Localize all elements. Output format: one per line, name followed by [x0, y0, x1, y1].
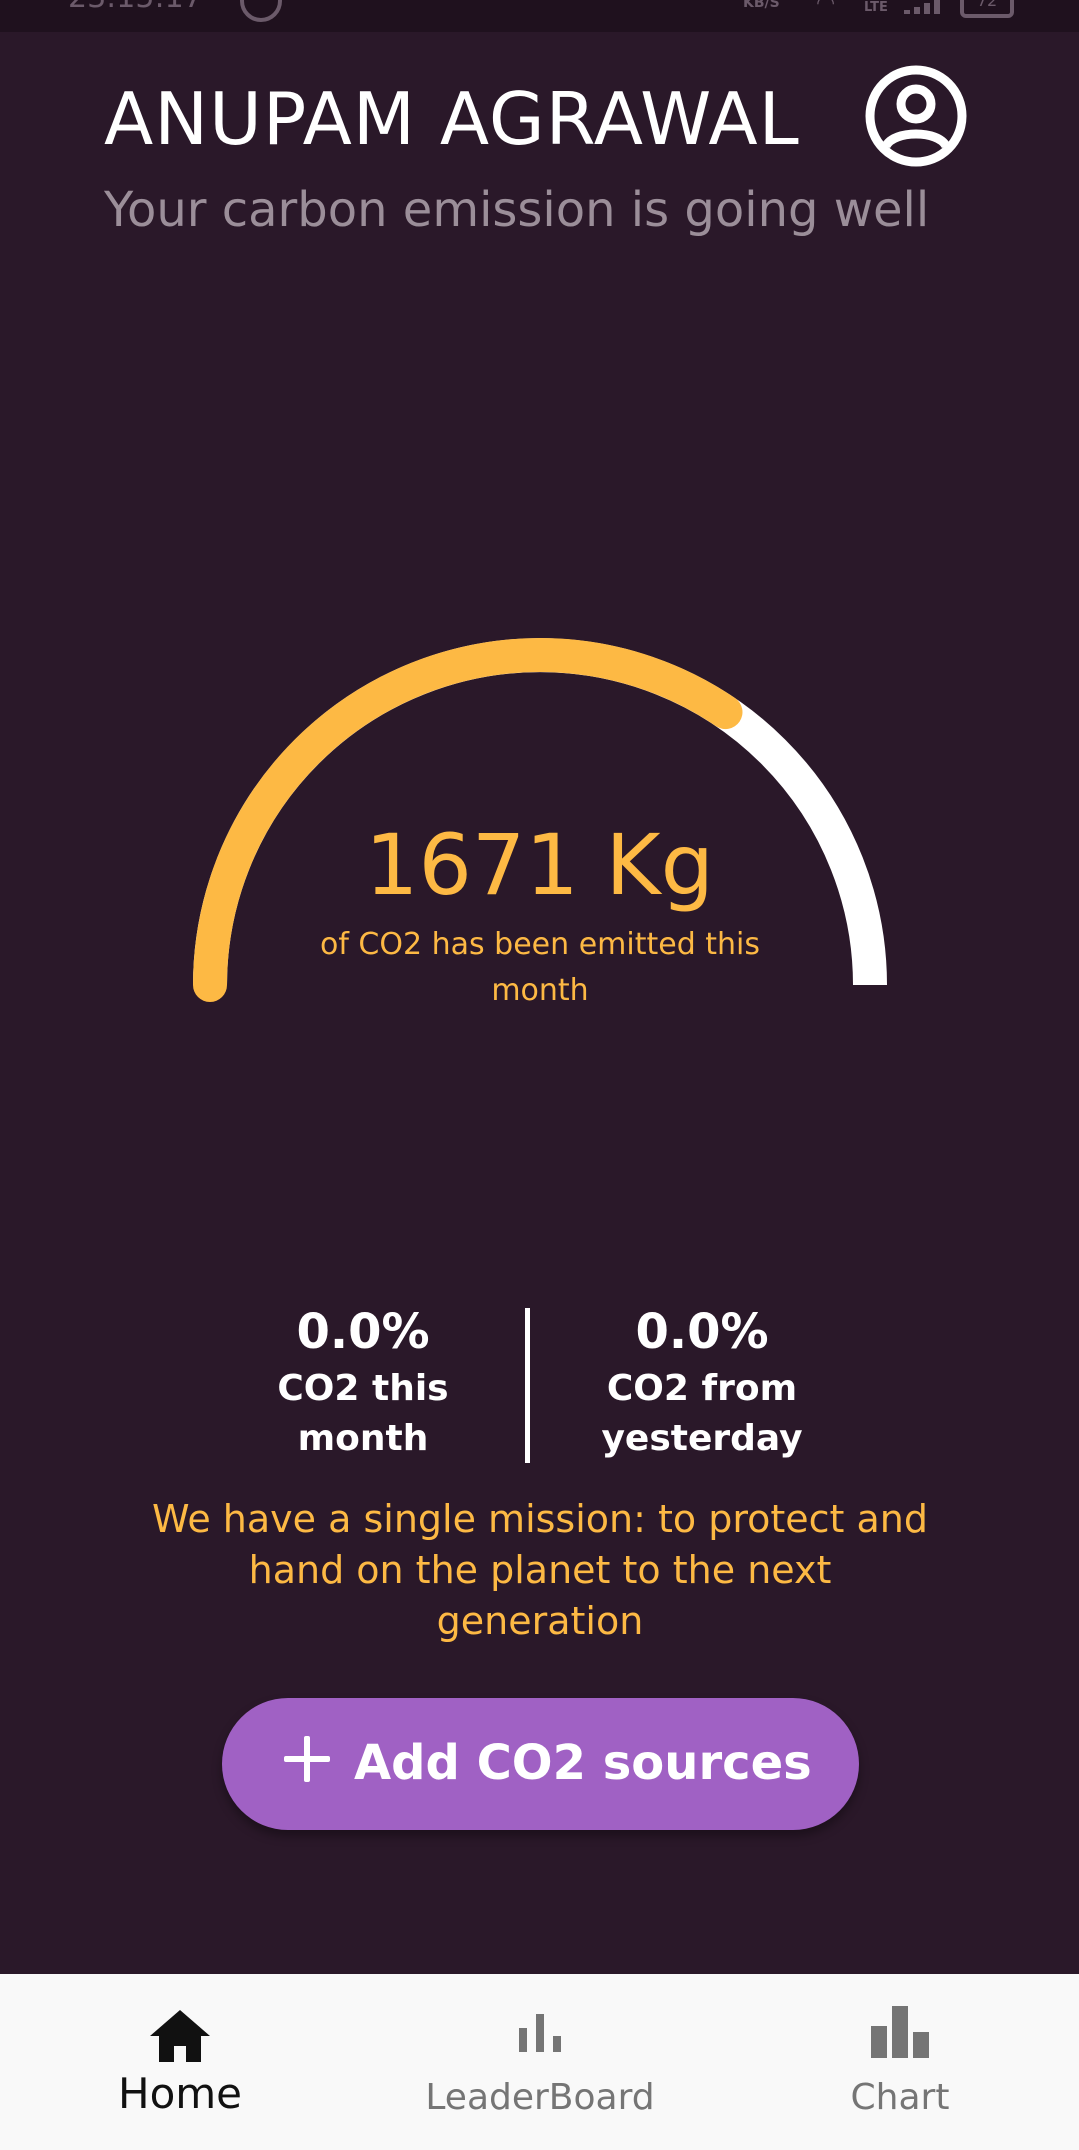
nav-label-chart: Chart — [850, 2077, 950, 2118]
nav-item-home[interactable]: Home — [0, 1974, 360, 2150]
home-icon — [150, 2010, 210, 2062]
nav-item-leaderboard[interactable]: LeaderBoard — [360, 1974, 720, 2150]
nav-label-leaderboard: LeaderBoard — [425, 2077, 655, 2118]
stats-divider — [525, 1308, 530, 1463]
bottom-navigation: Home LeaderBoard Chart — [0, 1974, 1079, 2150]
add-co2-sources-button[interactable]: Add CO2 sources — [222, 1698, 859, 1830]
stat-yesterday-value: 0.0% — [635, 1304, 769, 1360]
bar-chart-icon — [871, 2006, 929, 2058]
home-screen: 23:15:17 KB/S ◠ LTE 72 ANUPAM AGRAWAL Yo… — [0, 0, 1079, 2150]
add-co2-sources-label: Add CO2 sources — [354, 1735, 812, 1791]
nav-label-home: Home — [117, 2069, 243, 2118]
stat-month-value: 0.0% — [296, 1304, 430, 1360]
plus-icon — [282, 1734, 332, 1784]
stat-co2-this-month: 0.0% CO2 this month — [243, 1300, 483, 1464]
leaderboard-icon — [519, 2014, 561, 2052]
emission-caption: of CO2 has been emitted this month — [319, 927, 761, 1008]
nav-item-chart[interactable]: Chart — [720, 1974, 1079, 2150]
mission-statement: We have a single mission: to protect and… — [151, 1497, 929, 1643]
stat-co2-from-yesterday: 0.0% CO2 from yesterday — [582, 1300, 822, 1464]
stat-yesterday-label: CO2 from yesterday — [601, 1368, 803, 1459]
stat-month-label: CO2 this month — [277, 1368, 449, 1459]
emission-value: 1671 Kg — [365, 816, 714, 914]
